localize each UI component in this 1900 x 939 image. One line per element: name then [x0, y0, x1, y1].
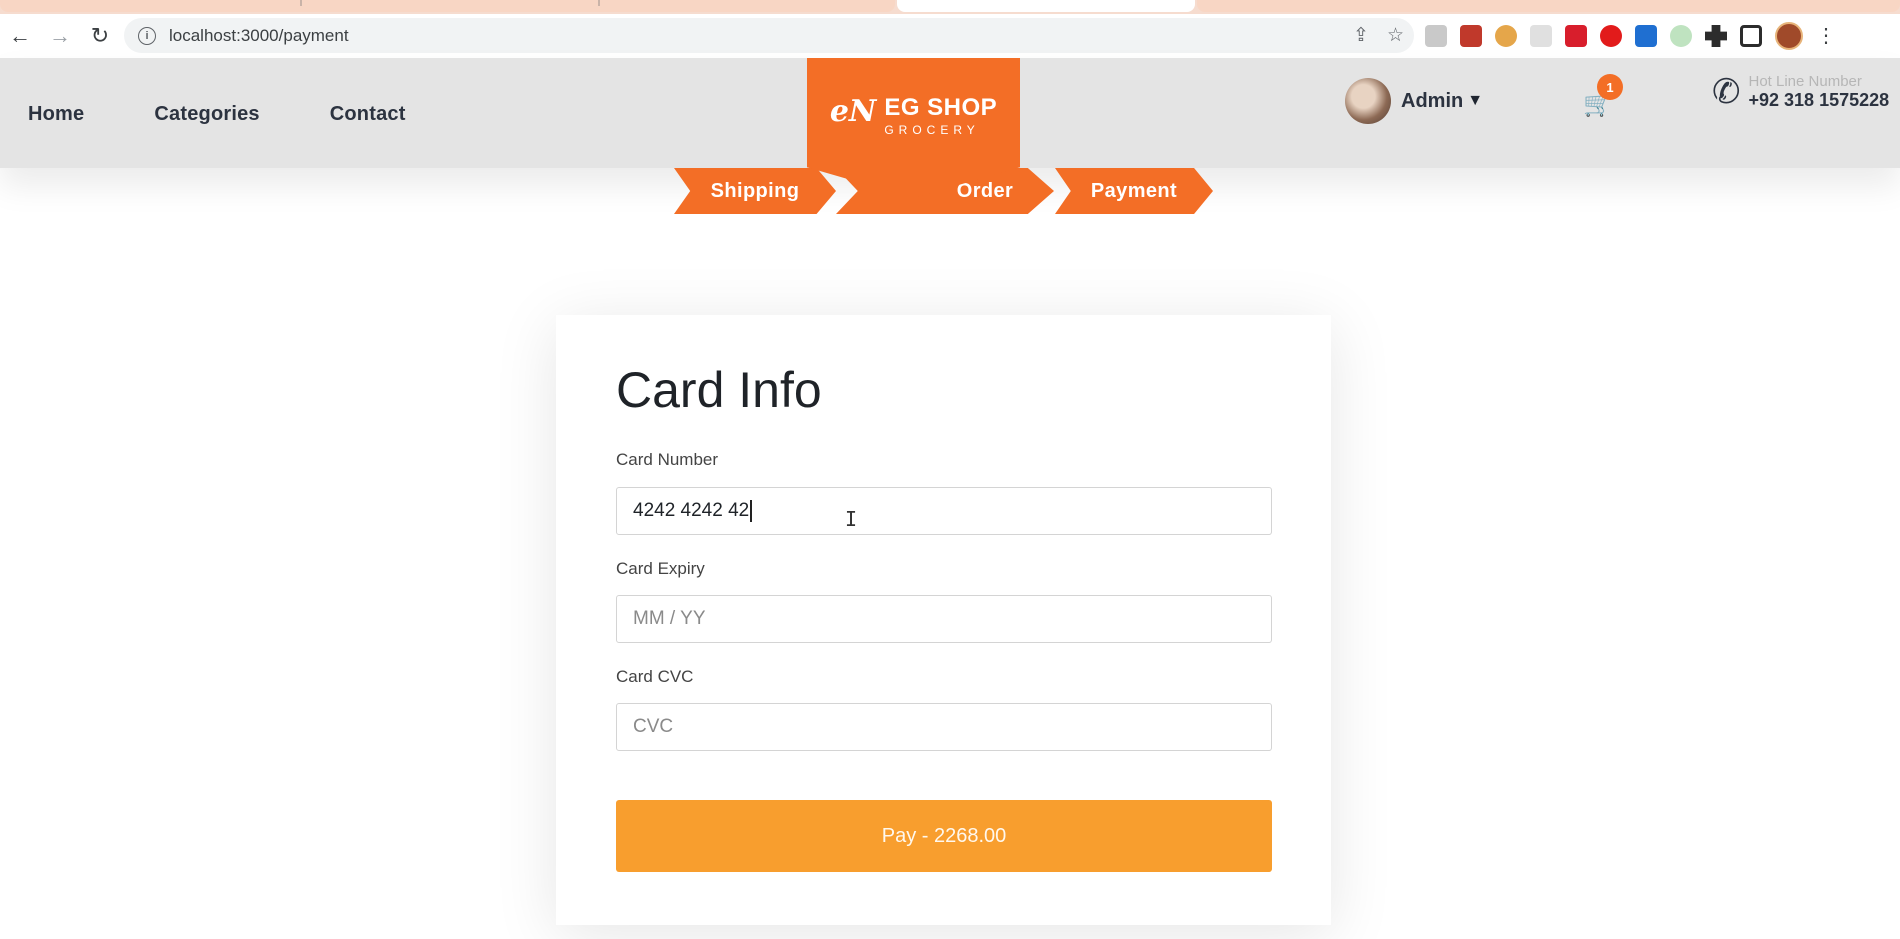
logo-mark-icon: eN [829, 94, 877, 129]
avatar[interactable] [1345, 78, 1391, 124]
phone-icon: ✆ [1712, 73, 1741, 111]
card-cvc-input[interactable]: CVC [616, 703, 1272, 751]
hotline-number: +92 318 1575228 [1748, 90, 1890, 110]
forward-button[interactable]: → [40, 18, 80, 54]
card-expiry-placeholder[interactable]: MM / YY [633, 608, 706, 630]
extension-icon[interactable] [1530, 25, 1552, 47]
chevron-down-icon[interactable]: ▼ [1467, 92, 1483, 110]
extension-icon[interactable] [1460, 25, 1482, 47]
main-navigation: Home Categories Contact [28, 103, 406, 126]
user-name[interactable]: Admin [1401, 90, 1463, 113]
profile-avatar[interactable] [1775, 22, 1803, 50]
tab-separator [598, 0, 600, 6]
page-title: Card Info [616, 362, 822, 418]
extension-icon[interactable] [1425, 25, 1447, 47]
nav-home-link[interactable]: Home [28, 103, 84, 126]
card-cvc-placeholder[interactable]: CVC [633, 716, 673, 738]
extension-icon[interactable] [1670, 25, 1692, 47]
step-payment[interactable]: Payment [1055, 168, 1213, 214]
browser-tab-active[interactable] [897, 0, 1195, 12]
browser-tab[interactable] [0, 0, 895, 12]
share-icon[interactable]: ⇪ [1353, 24, 1369, 47]
user-menu[interactable]: Admin ▼ [1345, 78, 1483, 124]
address-bar[interactable]: i localhost:3000/payment ⇪ ☆ [124, 18, 1414, 53]
browser-toolbar: ← → ↻ i localhost:3000/payment ⇪ ☆ ⋮ [0, 14, 1900, 58]
card-number-value[interactable]: 4242 4242 42 [633, 500, 749, 522]
card-cvc-label: Card CVC [616, 667, 694, 686]
logo-text: EG SHOP GROCERY [884, 94, 997, 137]
browser-tab-strip [0, 0, 1900, 14]
url-text[interactable]: localhost:3000/payment [169, 26, 349, 46]
logo-subtitle: GROCERY [884, 123, 980, 137]
ibeam-cursor-icon: I [845, 507, 858, 531]
browser-tab[interactable] [1197, 0, 1900, 12]
cookie-extension-icon[interactable] [1495, 25, 1517, 47]
card-expiry-input[interactable]: MM / YY [616, 595, 1272, 643]
opera-extension-icon[interactable] [1600, 25, 1622, 47]
cart-count-badge: 1 [1597, 74, 1623, 100]
logo-title: EG SHOP [884, 94, 998, 121]
cart-button[interactable]: 🛒 1 [1583, 74, 1623, 120]
browser-menu-icon[interactable]: ⋮ [1816, 25, 1836, 47]
tab-separator [300, 0, 302, 6]
hotline: ✆ Hot Line Number +92 318 1575228 [1712, 72, 1889, 112]
address-bar-actions: ⇪ ☆ [1353, 24, 1404, 47]
puzzle-extensions-icon[interactable] [1705, 25, 1727, 47]
card-number-label: Card Number [616, 450, 719, 469]
nav-contact-link[interactable]: Contact [330, 103, 406, 126]
lock-extension-icon[interactable] [1565, 25, 1587, 47]
card-expiry-label: Card Expiry [616, 559, 705, 578]
pay-button[interactable]: Pay - 2268.00 [616, 800, 1272, 872]
download-extension-icon[interactable] [1635, 25, 1657, 47]
site-info-icon[interactable]: i [138, 26, 156, 45]
hotline-label: Hot Line Number [1748, 73, 1862, 90]
reload-button[interactable]: ↻ [80, 18, 120, 54]
nav-categories-link[interactable]: Categories [154, 103, 259, 126]
bookmark-star-icon[interactable]: ☆ [1387, 24, 1404, 47]
card-info-panel: Card Info Card Number 4242 4242 42 I Car… [556, 315, 1331, 925]
side-panel-icon[interactable] [1740, 25, 1762, 47]
card-number-input[interactable]: 4242 4242 42 [616, 487, 1272, 535]
extensions-area: ⋮ [1425, 22, 1836, 50]
step-shipping[interactable]: Shipping [674, 168, 836, 214]
text-caret [750, 500, 752, 522]
back-button[interactable]: ← [0, 18, 40, 54]
